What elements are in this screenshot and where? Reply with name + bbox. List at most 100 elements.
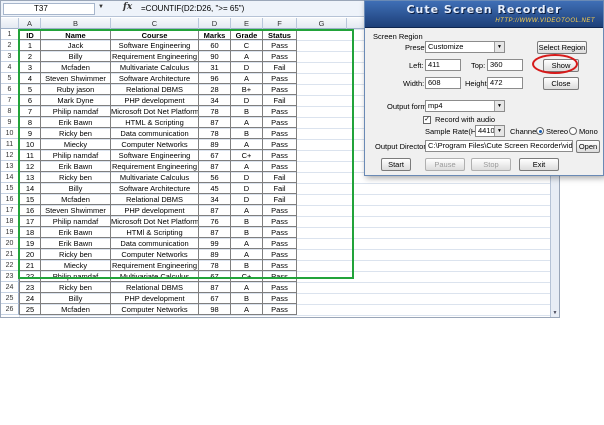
table-cell[interactable]: Requirement Engineering: [111, 51, 199, 62]
table-cell[interactable]: Philip namdaf: [41, 216, 111, 227]
table-cell[interactable]: 15: [19, 194, 41, 205]
table-cell[interactable]: 9: [19, 128, 41, 139]
pause-button[interactable]: Pause: [425, 158, 465, 171]
table-cell[interactable]: D: [231, 62, 263, 73]
table-cell[interactable]: 23: [19, 282, 41, 293]
column-title[interactable]: Status: [263, 29, 297, 40]
row-header[interactable]: 11: [1, 139, 19, 150]
mono-radio[interactable]: [569, 127, 577, 135]
table-cell[interactable]: C+: [231, 150, 263, 161]
table-cell[interactable]: 13: [19, 172, 41, 183]
table-cell[interactable]: A: [231, 304, 263, 315]
row-header[interactable]: 25: [1, 293, 19, 304]
sample-rate-select[interactable]: 44100 ▼: [475, 125, 505, 137]
row-header[interactable]: 16: [1, 194, 19, 205]
table-cell[interactable]: PHP development: [111, 205, 199, 216]
name-box-dropdown-icon[interactable]: ▼: [98, 4, 104, 10]
table-cell[interactable]: C: [231, 40, 263, 51]
table-cell[interactable]: 34: [199, 95, 231, 106]
table-cell[interactable]: 21: [19, 260, 41, 271]
row-header[interactable]: 19: [1, 227, 19, 238]
table-cell[interactable]: Requirement Engineering: [111, 260, 199, 271]
table-cell[interactable]: Multivariate Calculus: [111, 271, 199, 282]
record-audio-checkbox[interactable]: ✓: [423, 116, 431, 124]
table-cell[interactable]: 8: [19, 117, 41, 128]
table-cell[interactable]: Pass: [263, 205, 297, 216]
table-cell[interactable]: Data communication: [111, 238, 199, 249]
table-cell[interactable]: Mcfaden: [41, 194, 111, 205]
row-header[interactable]: 10: [1, 128, 19, 139]
table-cell[interactable]: 14: [19, 183, 41, 194]
table-cell[interactable]: 11: [19, 150, 41, 161]
table-cell[interactable]: Fail: [263, 95, 297, 106]
column-header[interactable]: E: [231, 18, 263, 29]
start-button[interactable]: Start: [381, 158, 411, 171]
table-cell[interactable]: Multivariate Calculus: [111, 62, 199, 73]
top-field[interactable]: 360: [487, 59, 523, 71]
row-header[interactable]: 13: [1, 161, 19, 172]
table-cell[interactable]: 87: [199, 227, 231, 238]
row-header[interactable]: 3: [1, 51, 19, 62]
select-all-corner[interactable]: [1, 18, 19, 29]
table-cell[interactable]: Ricky ben: [41, 172, 111, 183]
table-cell[interactable]: Philip namdaf: [41, 150, 111, 161]
table-cell[interactable]: Requirement Engineering: [111, 161, 199, 172]
select-region-button[interactable]: Select Region: [537, 41, 587, 54]
table-cell[interactable]: D: [231, 183, 263, 194]
table-cell[interactable]: Jack: [41, 40, 111, 51]
name-box[interactable]: T37: [3, 3, 95, 15]
table-cell[interactable]: 89: [199, 139, 231, 150]
table-cell[interactable]: 87: [199, 282, 231, 293]
scroll-down-icon[interactable]: ▼: [551, 308, 559, 317]
table-cell[interactable]: 20: [19, 249, 41, 260]
table-cell[interactable]: 90: [199, 51, 231, 62]
table-cell[interactable]: B: [231, 128, 263, 139]
table-cell[interactable]: Billy: [41, 51, 111, 62]
table-cell[interactable]: Erik Bawn: [41, 227, 111, 238]
table-cell[interactable]: Pass: [263, 40, 297, 51]
table-cell[interactable]: 25: [19, 304, 41, 315]
row-header[interactable]: 5: [1, 73, 19, 84]
row-header[interactable]: 24: [1, 282, 19, 293]
stereo-radio[interactable]: [536, 127, 544, 135]
table-cell[interactable]: 98: [199, 304, 231, 315]
column-title[interactable]: Course: [111, 29, 199, 40]
column-title[interactable]: Name: [41, 29, 111, 40]
table-cell[interactable]: 78: [199, 128, 231, 139]
table-cell[interactable]: Computer Networks: [111, 139, 199, 150]
table-cell[interactable]: Steven Shwimmer: [41, 205, 111, 216]
row-header[interactable]: 8: [1, 106, 19, 117]
table-cell[interactable]: Pass: [263, 117, 297, 128]
table-cell[interactable]: A: [231, 117, 263, 128]
table-cell[interactable]: 96: [199, 73, 231, 84]
table-cell[interactable]: Computer Networks: [111, 249, 199, 260]
table-cell[interactable]: Ruby jason: [41, 84, 111, 95]
table-cell[interactable]: 99: [199, 238, 231, 249]
table-cell[interactable]: A: [231, 205, 263, 216]
table-cell[interactable]: 87: [199, 161, 231, 172]
row-header[interactable]: 21: [1, 249, 19, 260]
table-cell[interactable]: Billy: [41, 293, 111, 304]
table-cell[interactable]: 67: [199, 293, 231, 304]
table-cell[interactable]: Pass: [263, 106, 297, 117]
table-cell[interactable]: A: [231, 282, 263, 293]
row-header[interactable]: 6: [1, 84, 19, 95]
table-cell[interactable]: A: [231, 139, 263, 150]
table-cell[interactable]: Billy: [41, 183, 111, 194]
table-cell[interactable]: Software Engineering: [111, 150, 199, 161]
table-cell[interactable]: Ricky ben: [41, 249, 111, 260]
table-cell[interactable]: Erik Bawn: [41, 161, 111, 172]
table-cell[interactable]: 76: [199, 216, 231, 227]
stop-button[interactable]: Stop: [471, 158, 511, 171]
table-cell[interactable]: 18: [19, 227, 41, 238]
table-cell[interactable]: Erik Bawn: [41, 117, 111, 128]
table-cell[interactable]: A: [231, 73, 263, 84]
row-header[interactable]: 12: [1, 150, 19, 161]
table-cell[interactable]: C+: [231, 271, 263, 282]
table-cell[interactable]: Pass: [263, 150, 297, 161]
table-cell[interactable]: Fail: [263, 183, 297, 194]
table-cell[interactable]: Fail: [263, 62, 297, 73]
table-cell[interactable]: 56: [199, 172, 231, 183]
table-cell[interactable]: 2: [19, 51, 41, 62]
table-cell[interactable]: D: [231, 194, 263, 205]
